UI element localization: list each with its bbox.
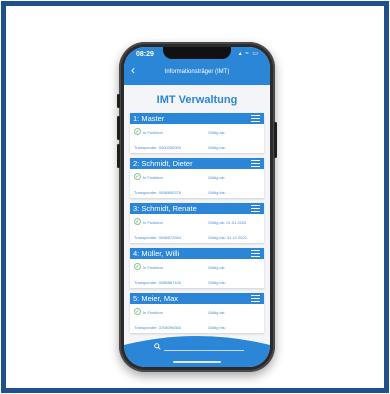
transponder-number: Transponder: 0098872554 bbox=[134, 235, 181, 240]
hamburger-menu-icon[interactable] bbox=[251, 250, 260, 257]
volume-up-button bbox=[117, 116, 120, 140]
card-header: 2: Schmidt, Dieter bbox=[130, 158, 264, 169]
valid-to: Gültig bis: bbox=[208, 190, 226, 195]
function-row: ✓ In Funktion Gültig ab: bbox=[130, 127, 264, 137]
check-circle-icon[interactable]: ✓ bbox=[134, 218, 141, 225]
function-row: ✓ In Funktion Gültig ab: bbox=[130, 262, 264, 272]
function-label: In Funktion bbox=[143, 265, 163, 270]
power-button bbox=[274, 122, 277, 158]
transponder-row: Transponder: 0000000000 Gültig bis: bbox=[130, 142, 264, 152]
function-row: ✓ In Funktion Gültig ab: bbox=[130, 307, 264, 317]
card-title: 3: Schmidt, Renate bbox=[133, 204, 197, 213]
function-row: ✓ In Funktion Gültig ab: bbox=[130, 172, 264, 182]
valid-to: Gültig bis: bbox=[208, 325, 226, 330]
check-circle-icon[interactable]: ✓ bbox=[134, 173, 141, 180]
card-title: 5: Meier, Max bbox=[133, 294, 179, 303]
imt-card[interactable]: 3: Schmidt, Renate ✓ In Funktion Gültig … bbox=[130, 203, 264, 243]
function-label: In Funktion bbox=[143, 175, 163, 180]
function-label: In Funktion bbox=[143, 310, 163, 315]
mute-switch bbox=[117, 94, 120, 108]
imt-card[interactable]: 1: Master ✓ In Funktion Gültig ab: Trans… bbox=[130, 113, 264, 153]
hamburger-menu-icon[interactable] bbox=[251, 115, 260, 122]
card-header: 1: Master bbox=[130, 113, 264, 124]
status-icons: ▴ ≈ ▭ bbox=[238, 51, 259, 57]
function-row: ✓ In Funktion Gültig ab: 01.01.2020 bbox=[130, 217, 264, 227]
nav-title: Informationsträger (IMT) bbox=[164, 69, 230, 75]
function-label: In Funktion bbox=[143, 220, 163, 225]
imt-card[interactable]: 2: Schmidt, Dieter ✓ In Funktion Gültig … bbox=[130, 158, 264, 198]
phone-screen: 08:29 ▴ ≈ ▭ ‹ Informationsträger (IMT) I… bbox=[124, 47, 270, 367]
valid-to: Gültig bis: bbox=[208, 280, 226, 285]
notch bbox=[163, 47, 231, 59]
search-input[interactable] bbox=[164, 350, 244, 351]
transponder-number: Transponder: 0086867100 bbox=[134, 280, 181, 285]
card-title: 1: Master bbox=[133, 114, 165, 123]
card-title: 2: Schmidt, Dieter bbox=[133, 159, 193, 168]
transponder-row: Transponder: 0098872554 Gültig bis: 31.1… bbox=[130, 232, 264, 242]
check-circle-icon[interactable]: ✓ bbox=[134, 308, 141, 315]
imt-card[interactable]: 5: Meier, Max ✓ In Funktion Gültig ab: T… bbox=[130, 293, 264, 333]
transponder-number: Transponder: 3708096363 bbox=[134, 325, 181, 330]
valid-to: Gültig bis: bbox=[208, 145, 226, 150]
phone-device: 08:29 ▴ ≈ ▭ ‹ Informationsträger (IMT) I… bbox=[117, 42, 277, 372]
valid-to: Gültig bis: 31.12.2021 bbox=[208, 235, 247, 240]
status-time: 08:29 bbox=[136, 51, 154, 58]
page-title: IMT Verwaltung bbox=[156, 94, 238, 106]
imt-card[interactable]: 4: Müller, Willi ✓ In Funktion Gültig ab… bbox=[130, 248, 264, 288]
main-content: IMT Verwaltung 1: Master ✓ In Funktion G… bbox=[124, 85, 270, 367]
transponder-number: Transponder: 0000000000 bbox=[134, 145, 181, 150]
home-indicator bbox=[173, 361, 221, 363]
transponder-row: Transponder: 0086867100 Gültig bis: bbox=[130, 277, 264, 287]
transponder-number: Transponder: 0098890376 bbox=[134, 190, 181, 195]
valid-from: Gültig ab: bbox=[208, 310, 226, 315]
transponder-row: Transponder: 0098890376 Gültig bis: bbox=[130, 187, 264, 197]
check-circle-icon[interactable]: ✓ bbox=[134, 128, 141, 135]
search-icon[interactable] bbox=[154, 343, 161, 350]
card-title: 4: Müller, Willi bbox=[133, 249, 180, 258]
check-circle-icon[interactable]: ✓ bbox=[134, 263, 141, 270]
hamburger-menu-icon[interactable] bbox=[251, 295, 260, 302]
valid-from: Gültig ab: bbox=[208, 130, 226, 135]
valid-from: Gültig ab: bbox=[208, 265, 226, 270]
valid-from: Gültig ab: bbox=[208, 175, 226, 180]
card-header: 4: Müller, Willi bbox=[130, 248, 264, 259]
hamburger-menu-icon[interactable] bbox=[251, 160, 260, 167]
card-header: 3: Schmidt, Renate bbox=[130, 203, 264, 214]
hamburger-menu-icon[interactable] bbox=[251, 205, 260, 212]
card-header: 5: Meier, Max bbox=[130, 293, 264, 304]
valid-from: Gültig ab: 01.01.2020 bbox=[208, 220, 247, 225]
transponder-row: Transponder: 3708096363 Gültig bis: bbox=[130, 322, 264, 332]
volume-down-button bbox=[117, 144, 120, 168]
function-label: In Funktion bbox=[143, 130, 163, 135]
